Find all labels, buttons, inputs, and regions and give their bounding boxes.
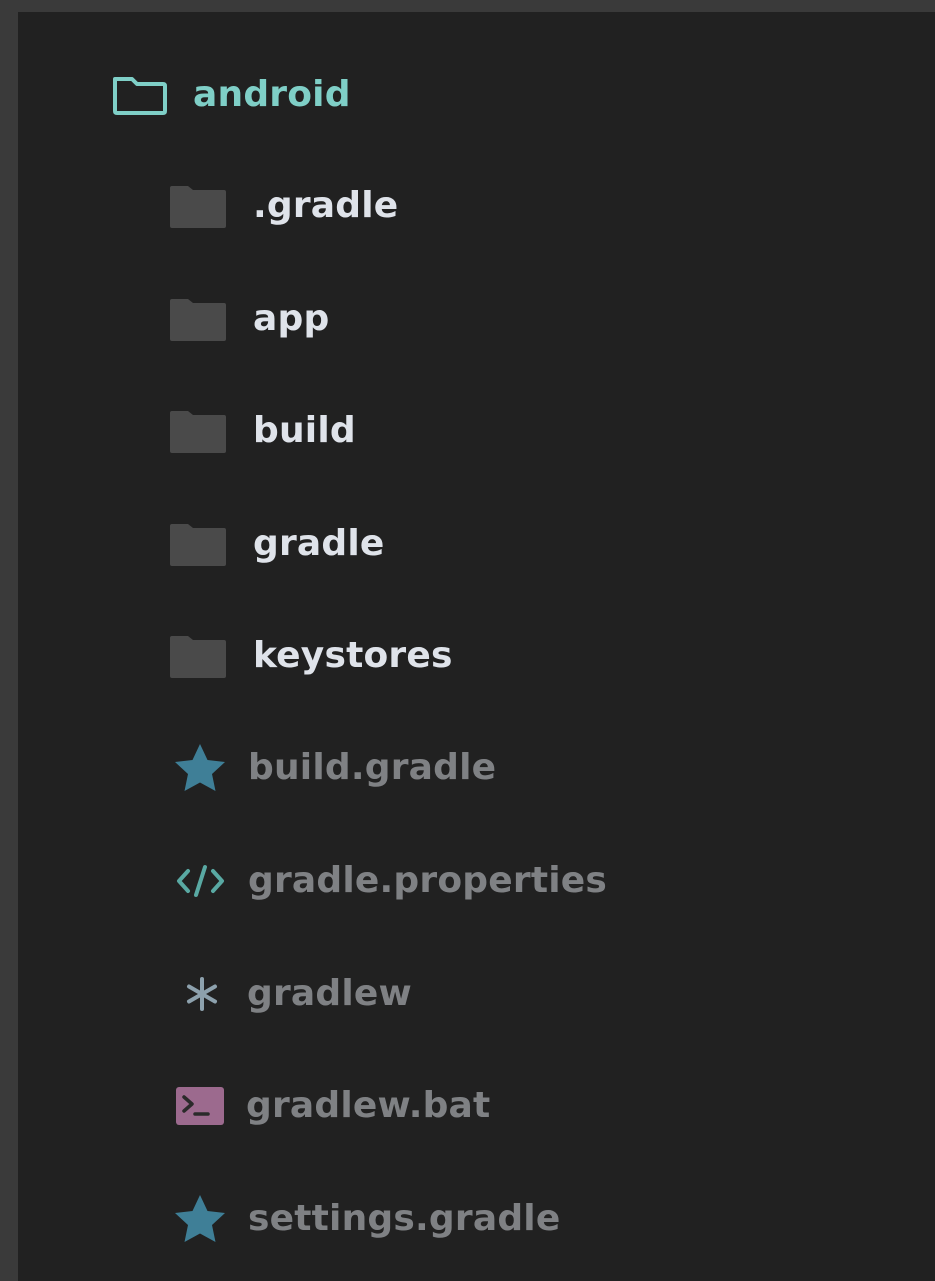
tree-item-gradle[interactable]: gradle bbox=[168, 504, 385, 584]
star-icon bbox=[172, 740, 228, 796]
tree-item-label: build bbox=[253, 410, 356, 451]
tree-item-dot-gradle[interactable]: .gradle bbox=[168, 166, 398, 246]
tree-item-label: android bbox=[193, 74, 351, 115]
folder-icon bbox=[168, 407, 228, 455]
tree-item-label: keystores bbox=[253, 635, 453, 676]
tree-item-label: .gradle bbox=[253, 185, 399, 226]
tree-item-keystores[interactable]: keystores bbox=[168, 616, 453, 696]
code-icon bbox=[174, 861, 228, 901]
terminal-icon bbox=[174, 1084, 226, 1128]
folder-open-icon bbox=[110, 65, 170, 125]
tree-item-android[interactable]: android bbox=[110, 55, 351, 135]
tree-item-gradlew-bat[interactable]: gradlew.bat bbox=[174, 1066, 490, 1146]
file-tree-panel: android .gradle app build gradle keystor… bbox=[18, 12, 935, 1281]
tree-item-gradle-properties[interactable]: gradle.properties bbox=[174, 841, 607, 921]
tree-item-label: build.gradle bbox=[248, 747, 497, 788]
folder-icon bbox=[168, 295, 228, 343]
folder-icon bbox=[168, 182, 228, 230]
tree-item-label: settings.gradle bbox=[248, 1198, 561, 1239]
asterisk-icon bbox=[178, 970, 226, 1018]
tree-item-settings-gradle[interactable]: settings.gradle bbox=[172, 1179, 560, 1259]
star-icon bbox=[172, 1191, 228, 1247]
tree-item-app[interactable]: app bbox=[168, 279, 329, 359]
tree-item-label: gradle.properties bbox=[248, 860, 608, 901]
tree-item-build-gradle[interactable]: build.gradle bbox=[172, 728, 496, 808]
folder-icon bbox=[168, 520, 228, 568]
tree-item-build[interactable]: build bbox=[168, 391, 356, 471]
tree-item-label: app bbox=[253, 298, 330, 339]
tree-item-label: gradle bbox=[253, 523, 385, 564]
tree-item-gradlew[interactable]: gradlew bbox=[178, 954, 412, 1034]
folder-icon bbox=[168, 632, 228, 680]
tree-item-label: gradlew.bat bbox=[246, 1085, 491, 1126]
tree-item-label: gradlew bbox=[247, 973, 412, 1014]
